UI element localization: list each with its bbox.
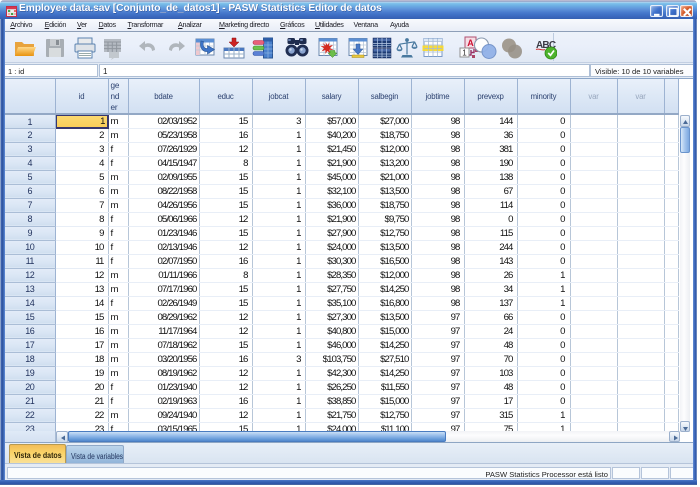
svg-text:1: 1	[462, 49, 467, 58]
